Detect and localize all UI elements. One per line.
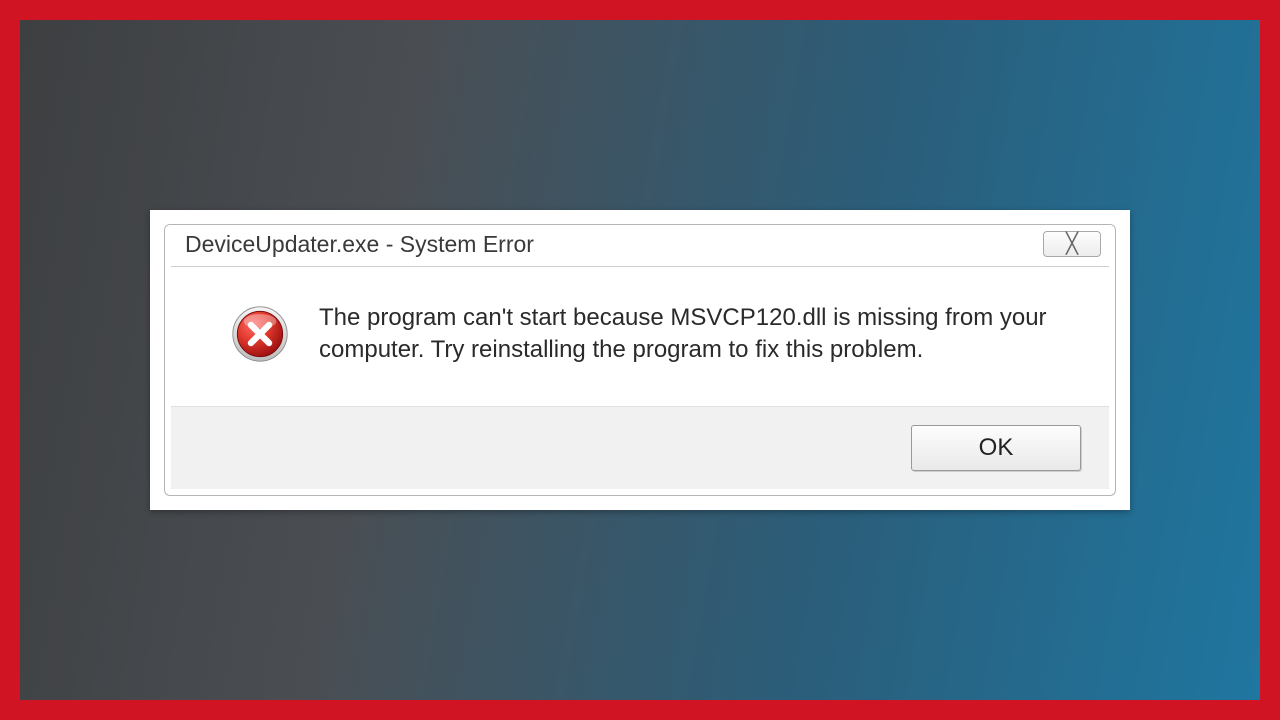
dialog-outer: DeviceUpdater.exe - System Error ╳	[150, 210, 1130, 511]
titlebar: DeviceUpdater.exe - System Error ╳	[165, 225, 1115, 260]
error-message: The program can't start because MSVCP120…	[319, 302, 1064, 367]
dialog-button-row: OK	[171, 406, 1109, 489]
outer-frame: DeviceUpdater.exe - System Error ╳	[0, 0, 1280, 720]
ok-button[interactable]: OK	[911, 425, 1081, 471]
close-icon: ╳	[1066, 233, 1078, 255]
dialog-title: DeviceUpdater.exe - System Error	[185, 231, 534, 258]
close-button[interactable]: ╳	[1043, 231, 1101, 257]
backdrop: DeviceUpdater.exe - System Error ╳	[20, 20, 1260, 700]
error-dialog: DeviceUpdater.exe - System Error ╳	[164, 224, 1116, 497]
error-icon	[231, 305, 289, 363]
dialog-content: The program can't start because MSVCP120…	[171, 266, 1109, 407]
